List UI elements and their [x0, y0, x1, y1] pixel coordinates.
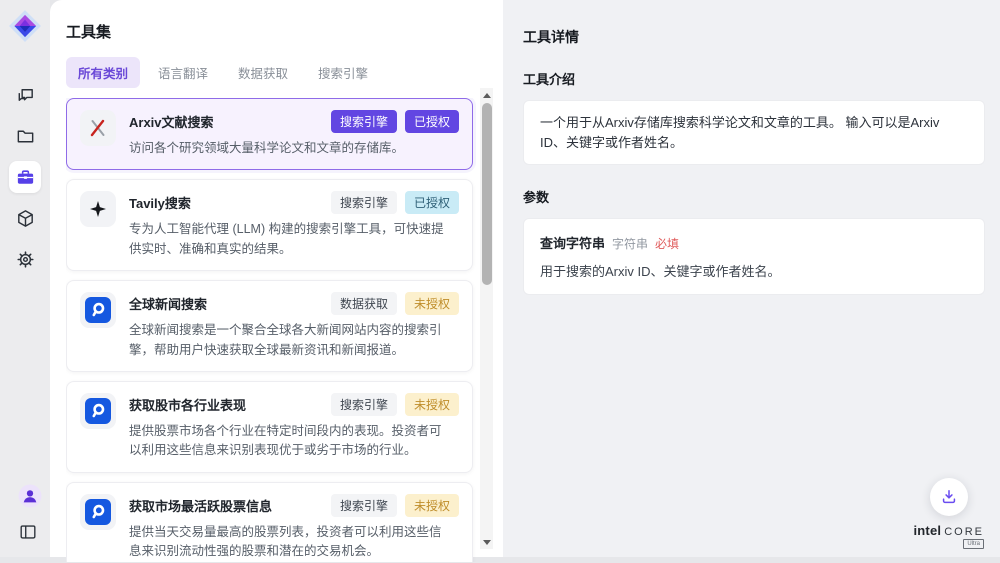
cube-icon[interactable]: [9, 202, 41, 234]
tool-icon q-news-icon: [80, 494, 116, 530]
category-badge: 搜索引擎: [331, 494, 397, 517]
app-window: 工具集 所有类别语言翻译数据获取搜索引擎 Arxiv文献搜索 搜索引擎 已授权 …: [0, 0, 1000, 557]
ultra-badge: Ultra: [963, 539, 984, 549]
category-tabs: 所有类别语言翻译数据获取搜索引擎: [66, 57, 503, 88]
folder-icon[interactable]: [9, 120, 41, 152]
param-card: 查询字符串 字符串 必填 用于搜索的Arxiv ID、关键字或作者姓名。: [523, 218, 985, 295]
intro-card: 一个用于从Arxiv存储库搜索科学论文和文章的工具。 输入可以是Arxiv ID…: [523, 100, 985, 165]
download-button[interactable]: [930, 478, 968, 516]
intel-core-logo: intel CORE Ultra: [913, 523, 984, 549]
auth-badge: 未授权: [405, 393, 459, 416]
auth-badge: 未授权: [405, 494, 459, 517]
tool-title: Arxiv文献搜索: [129, 112, 214, 131]
tab-data-acquisition[interactable]: 数据获取: [226, 57, 300, 88]
tool-description: 提供股票市场各个行业在特定时间段内的表现。投资者可以利用这些信息来识别表现优于或…: [129, 422, 459, 461]
tool-card[interactable]: 获取市场最活跃股票信息 搜索引擎 未授权 提供当天交易量最高的股票列表，投资者可…: [66, 482, 473, 562]
tool-list: Arxiv文献搜索 搜索引擎 已授权 访问各个研究领域大量科学论文和文章的存储库…: [66, 98, 503, 562]
core-wordmark: CORE: [944, 526, 984, 538]
tool-description: 专为人工智能代理 (LLM) 构建的搜索引擎工具，可快速提供实时、准确和真实的结…: [129, 220, 459, 259]
main-content: 工具集 所有类别语言翻译数据获取搜索引擎 Arxiv文献搜索 搜索引擎 已授权 …: [50, 0, 1000, 557]
tool-card-body: Arxiv文献搜索 搜索引擎 已授权 访问各个研究领域大量科学论文和文章的存储库…: [129, 110, 459, 158]
tool-description: 全球新闻搜索是一个聚合全球各大新闻网站内容的搜索引擎，帮助用户快速获取全球最新资…: [129, 321, 459, 360]
tool-card[interactable]: Arxiv文献搜索 搜索引擎 已授权 访问各个研究领域大量科学论文和文章的存储库…: [66, 98, 473, 170]
param-name: 查询字符串: [540, 233, 605, 252]
nav-rail: [0, 0, 50, 557]
category-badge: 数据获取: [331, 292, 397, 315]
rail-icon-group: [9, 79, 41, 275]
rail-bottom-group: [12, 483, 38, 545]
param-header: 查询字符串 字符串 必填: [540, 233, 968, 252]
toolbox-icon[interactable]: [9, 161, 41, 193]
tool-description: 提供当天交易量最高的股票列表，投资者可以利用这些信息来识别流动性强的股票和潜在的…: [129, 523, 459, 562]
intro-heading: 工具介绍: [523, 69, 985, 88]
download-icon: [939, 487, 959, 507]
tool-title: 获取股市各行业表现: [129, 395, 246, 414]
tool-card[interactable]: 全球新闻搜索 数据获取 未授权 全球新闻搜索是一个聚合全球各大新闻网站内容的搜索…: [66, 280, 473, 372]
auth-badge: 已授权: [405, 191, 459, 214]
badge-group: 搜索引擎 已授权: [331, 191, 459, 214]
collapse-panel-icon[interactable]: [12, 519, 38, 545]
tool-icon tavily-icon: [80, 191, 116, 227]
app-logo diamond-logo-icon: [8, 9, 42, 43]
scrollbar-up-arrow-icon[interactable]: [480, 88, 493, 102]
tool-title: Tavily搜索: [129, 193, 191, 212]
page-title: 工具集: [66, 21, 503, 42]
tool-card[interactable]: 获取股市各行业表现 搜索引擎 未授权 提供股票市场各个行业在特定时间段内的表现。…: [66, 381, 473, 473]
tool-card-body: 获取市场最活跃股票信息 搜索引擎 未授权 提供当天交易量最高的股票列表，投资者可…: [129, 494, 459, 562]
params-heading: 参数: [523, 187, 985, 206]
scrollbar-down-arrow-icon[interactable]: [480, 535, 493, 549]
category-badge: 搜索引擎: [331, 191, 397, 214]
category-badge: 搜索引擎: [331, 393, 397, 416]
tool-detail-panel: 工具详情 工具介绍 一个用于从Arxiv存储库搜索科学论文和文章的工具。 输入可…: [503, 0, 1000, 557]
intel-wordmark: intel: [913, 523, 941, 538]
badge-group: 搜索引擎 未授权: [331, 494, 459, 517]
badge-group: 搜索引擎 已授权: [331, 110, 459, 133]
floating-corner: intel CORE Ultra: [913, 478, 984, 549]
param-description: 用于搜索的Arxiv ID、关键字或作者姓名。: [540, 261, 968, 280]
tool-card[interactable]: Tavily搜索 搜索引擎 已授权 专为人工智能代理 (LLM) 构建的搜索引擎…: [66, 179, 473, 271]
badge-group: 搜索引擎 未授权: [331, 393, 459, 416]
tool-card-body: 获取股市各行业表现 搜索引擎 未授权 提供股票市场各个行业在特定时间段内的表现。…: [129, 393, 459, 461]
gear-icon[interactable]: [9, 243, 41, 275]
tool-icon q-news-icon: [80, 393, 116, 429]
list-scrollbar[interactable]: [480, 88, 493, 549]
auth-badge: 已授权: [405, 110, 459, 133]
param-required-label: 必填: [655, 235, 679, 252]
chat-icon[interactable]: [9, 79, 41, 111]
detail-title: 工具详情: [523, 27, 985, 47]
tool-card-body: Tavily搜索 搜索引擎 已授权 专为人工智能代理 (LLM) 构建的搜索引擎…: [129, 191, 459, 259]
tool-icon q-news-icon: [80, 292, 116, 328]
tool-title: 获取市场最活跃股票信息: [129, 496, 272, 515]
tool-icon arxiv-icon: [80, 110, 116, 146]
scrollbar-thumb[interactable]: [482, 103, 492, 285]
tool-description: 访问各个研究领域大量科学论文和文章的存储库。: [129, 139, 459, 158]
tab-language-translation[interactable]: 语言翻译: [146, 57, 220, 88]
tab-all-categories[interactable]: 所有类别: [66, 57, 140, 88]
intro-text: 一个用于从Arxiv存储库搜索科学论文和文章的工具。 输入可以是Arxiv ID…: [540, 115, 939, 150]
toolset-panel: 工具集 所有类别语言翻译数据获取搜索引擎 Arxiv文献搜索 搜索引擎 已授权 …: [50, 0, 503, 557]
user-avatar-icon[interactable]: [12, 483, 38, 509]
category-badge: 搜索引擎: [331, 110, 397, 133]
tab-search-engine[interactable]: 搜索引擎: [306, 57, 380, 88]
param-type: 字符串: [612, 235, 648, 252]
tool-title: 全球新闻搜索: [129, 294, 207, 313]
auth-badge: 未授权: [405, 292, 459, 315]
badge-group: 数据获取 未授权: [331, 292, 459, 315]
tool-card-body: 全球新闻搜索 数据获取 未授权 全球新闻搜索是一个聚合全球各大新闻网站内容的搜索…: [129, 292, 459, 360]
